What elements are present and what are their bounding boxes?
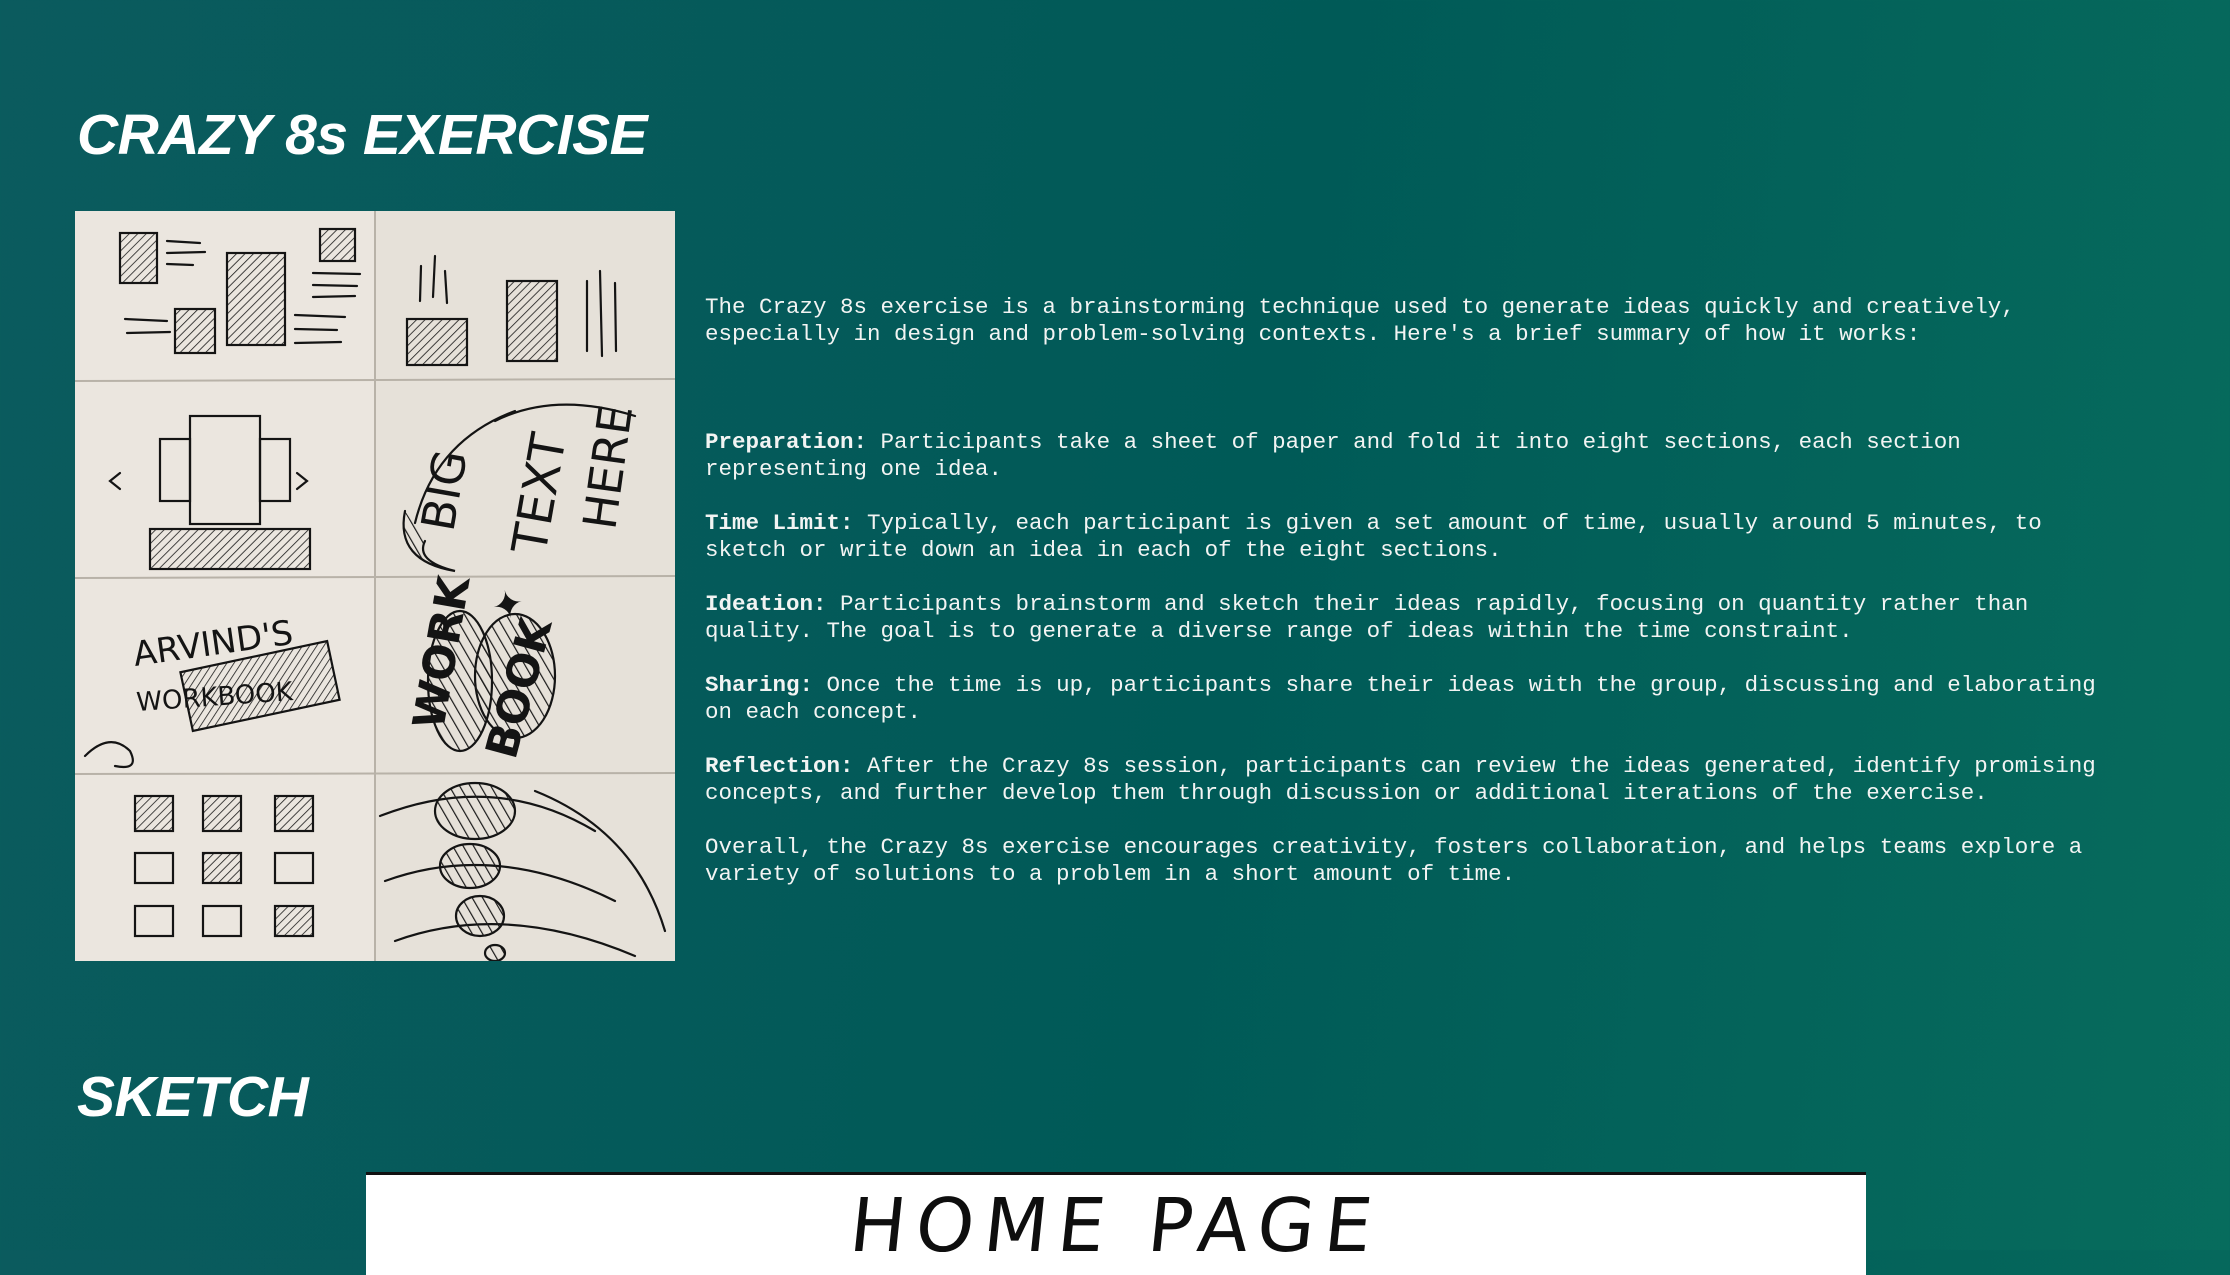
conclusion-paragraph: Overall, the Crazy 8s exercise encourage… (705, 834, 2083, 887)
sketch-section-title: SKETCH (77, 1065, 309, 1129)
step-term: Ideation: (705, 591, 827, 617)
step-text: Once the time is up, participants share … (705, 672, 2096, 725)
crazy-8s-sketch-drawing: ✦ BIG TEXT HERE ARVIND'S WORKBOOK WORK B… (75, 211, 675, 961)
step-term: Sharing: (705, 672, 814, 698)
step-term: Reflection: (705, 753, 854, 779)
page-title: CRAZY 8s EXERCISE (77, 103, 648, 167)
homepage-sketch-image: HOME PAGE (366, 1172, 1866, 1275)
step-ideation: Ideation: Participants brainstorm and sk… (705, 591, 2135, 645)
step-reflection: Reflection: After the Crazy 8s session, … (705, 753, 2135, 807)
step-text: Participants take a sheet of paper and f… (705, 429, 1961, 482)
step-text: Typically, each participant is given a s… (705, 510, 2042, 563)
step-time-limit: Time Limit: Typically, each participant … (705, 510, 2135, 564)
step-sharing: Sharing: Once the time is up, participan… (705, 672, 2135, 726)
homepage-sketch-heading: HOME PAGE (845, 1183, 1387, 1269)
step-term: Time Limit: (705, 510, 854, 536)
crazy-8s-sketch-photo: ✦ BIG TEXT HERE ARVIND'S WORKBOOK WORK B… (75, 211, 675, 961)
step-term: Preparation: (705, 429, 868, 455)
step-text: After the Crazy 8s session, participants… (705, 753, 2096, 806)
crazy-8s-description: The Crazy 8s exercise is a brainstorming… (705, 294, 2135, 888)
intro-paragraph: The Crazy 8s exercise is a brainstorming… (705, 294, 2015, 347)
step-text: Participants brainstorm and sketch their… (705, 591, 2029, 644)
step-preparation: Preparation: Participants take a sheet o… (705, 429, 2135, 483)
